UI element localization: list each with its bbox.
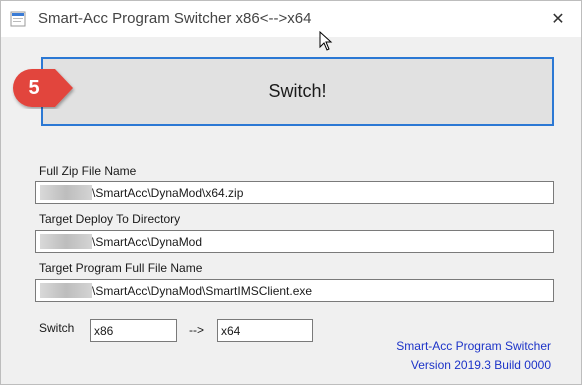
deploy-directory-value: \SmartAcc\DynaMod (92, 235, 203, 249)
switch-label: Switch (39, 321, 75, 335)
program-file-value: \SmartAcc\DynaMod\SmartIMSClient.exe (92, 284, 313, 298)
redacted-path-prefix (40, 283, 92, 298)
footer-app-name: Smart-Acc Program Switcher (396, 339, 551, 353)
app-window: Smart-Acc Program Switcher x86<-->x64 ✕ … (0, 0, 582, 385)
zip-file-input[interactable]: \SmartAcc\DynaMod\x64.zip (35, 181, 554, 204)
close-button[interactable]: ✕ (535, 1, 581, 37)
from-arch-input[interactable]: x86 (90, 319, 177, 342)
app-icon (10, 11, 26, 27)
switch-button-label: Switch! (268, 81, 327, 101)
window-title: Smart-Acc Program Switcher x86<-->x64 (38, 10, 312, 27)
title-bar[interactable]: Smart-Acc Program Switcher x86<-->x64 ✕ (1, 1, 581, 37)
step-number: 5 (28, 76, 40, 99)
redacted-path-prefix (40, 185, 92, 200)
zip-file-label: Full Zip File Name (39, 164, 137, 178)
mouse-cursor-icon (319, 31, 333, 51)
close-icon: ✕ (551, 11, 565, 28)
program-file-input[interactable]: \SmartAcc\DynaMod\SmartIMSClient.exe (35, 279, 554, 302)
deploy-directory-input[interactable]: \SmartAcc\DynaMod (35, 230, 554, 253)
deploy-directory-label: Target Deploy To Directory (39, 212, 181, 226)
program-file-label: Target Program Full File Name (39, 261, 203, 275)
switch-button[interactable]: Switch! (41, 57, 554, 126)
arrow-label: --> (189, 323, 204, 337)
zip-file-value: \SmartAcc\DynaMod\x64.zip (92, 186, 244, 200)
redacted-path-prefix (40, 234, 92, 249)
to-arch-input[interactable]: x64 (217, 319, 313, 342)
footer-version: Version 2019.3 Build 0000 (410, 358, 551, 372)
